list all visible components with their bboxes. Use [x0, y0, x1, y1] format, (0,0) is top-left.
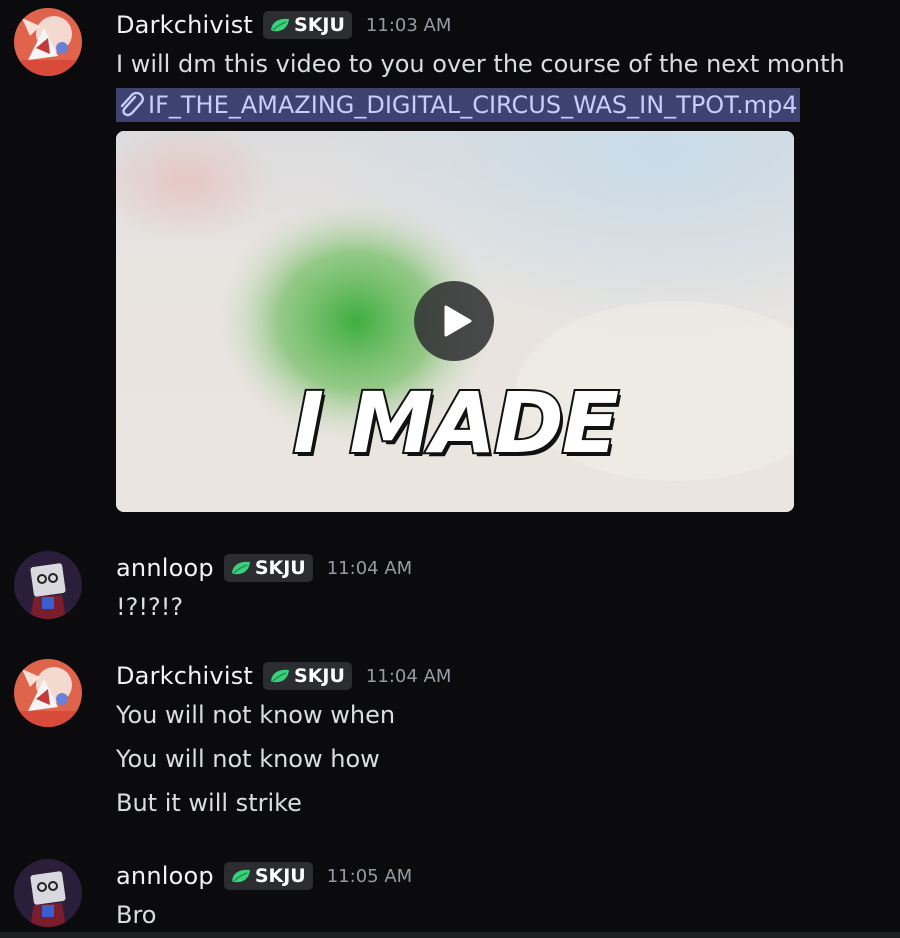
avatar-annloop[interactable]: [14, 551, 82, 619]
play-button[interactable]: [414, 281, 494, 361]
guild-tag-label: SKJU: [254, 865, 306, 887]
message-header: annloop SKJU 11:05 AM: [116, 859, 886, 893]
message-header: Darkchivist SKJU 11:04 AM: [116, 659, 886, 693]
message-header: Darkchivist SKJU 11:03 AM: [116, 8, 886, 42]
username[interactable]: annloop: [116, 554, 214, 582]
video-attachment[interactable]: I MADE: [116, 131, 794, 512]
guild-tag-label: SKJU: [294, 665, 345, 687]
message-content: Darkchivist SKJU 11:04 AM You will not k…: [116, 659, 886, 825]
timestamp[interactable]: 11:03 AM: [366, 15, 451, 36]
message-content: annloop SKJU 11:05 AM Bro: [116, 859, 886, 937]
guild-tag-label: SKJU: [294, 14, 345, 36]
avatar-darkchivist[interactable]: [14, 8, 82, 76]
timestamp[interactable]: 11:04 AM: [366, 666, 451, 687]
username[interactable]: Darkchivist: [116, 662, 253, 690]
timestamp[interactable]: 11:04 AM: [327, 558, 412, 579]
message-text: Bro: [116, 901, 157, 929]
timestamp[interactable]: 11:05 AM: [327, 866, 412, 887]
attachment-link[interactable]: IF_THE_AMAZING_DIGITAL_CIRCUS_WAS_IN_TPO…: [116, 88, 800, 122]
guild-tag[interactable]: SKJU: [263, 11, 352, 39]
paperclip-icon: [120, 91, 144, 117]
guild-tag[interactable]: SKJU: [263, 662, 352, 690]
chat-log: Darkchivist SKJU 11:03 AM I will dm this…: [0, 0, 900, 938]
guild-tag[interactable]: SKJU: [223, 554, 313, 582]
message-header: annloop SKJU 11:04 AM: [116, 551, 886, 585]
username[interactable]: annloop: [116, 862, 214, 890]
scroll-edge: [0, 932, 900, 938]
attachment-filename: IF_THE_AMAZING_DIGITAL_CIRCUS_WAS_IN_TPO…: [148, 91, 798, 119]
guild-tag-label: SKJU: [254, 557, 306, 579]
message-text: !?!?!?: [116, 593, 184, 621]
message-content: Darkchivist SKJU 11:03 AM I will dm this…: [116, 8, 886, 512]
message-content: annloop SKJU 11:04 AM !?!?!?: [116, 551, 886, 629]
avatar-annloop[interactable]: [14, 859, 82, 927]
guild-tag[interactable]: SKJU: [223, 862, 313, 890]
message-text: I will dm this video to you over the cou…: [116, 50, 845, 78]
message-text: You will not know when: [116, 701, 396, 729]
play-icon: [444, 305, 472, 337]
leaf-icon: [231, 561, 250, 575]
leaf-icon: [231, 869, 250, 883]
leaf-icon: [271, 669, 290, 683]
leaf-icon: [271, 18, 290, 32]
video-caption: I MADE: [291, 372, 621, 474]
message-text: But it will strike: [116, 789, 302, 817]
username[interactable]: Darkchivist: [116, 11, 253, 39]
message-text: You will not know how: [116, 745, 380, 773]
avatar-darkchivist[interactable]: [14, 659, 82, 727]
